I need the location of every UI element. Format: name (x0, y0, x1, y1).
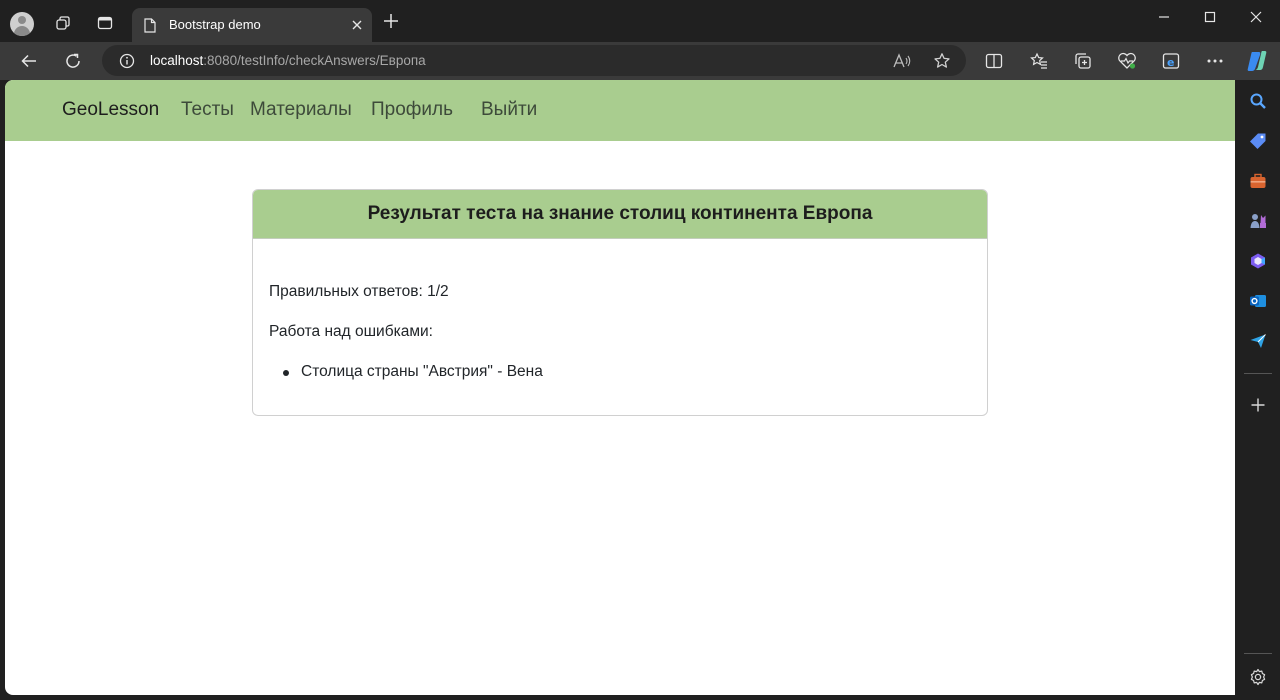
svg-text:e: e (1167, 56, 1174, 69)
back-icon[interactable] (14, 46, 44, 76)
tools-icon[interactable] (1246, 169, 1270, 193)
close-tab-icon[interactable] (350, 17, 364, 36)
ie-mode-icon[interactable]: e (1156, 46, 1186, 76)
drop-send-icon[interactable] (1246, 329, 1270, 353)
error-list-item: Столица страны "Австрия" - Вена (269, 363, 543, 381)
more-options-icon[interactable] (1200, 46, 1230, 76)
sidebar-divider (1244, 373, 1272, 374)
url-host: localhost (150, 53, 204, 68)
site-info-icon[interactable] (119, 53, 135, 73)
shopping-tag-icon[interactable] (1246, 129, 1270, 153)
collections-icon[interactable] (1068, 46, 1098, 76)
nav-link-tests[interactable]: Тесты (181, 99, 234, 121)
sidebar-divider-bottom (1244, 653, 1272, 654)
browser-title-bar: Bootstrap demo (0, 0, 1280, 42)
maximize-icon[interactable] (1187, 8, 1233, 26)
errors-heading: Работа над ошибками: (269, 323, 433, 340)
split-screen-icon[interactable] (979, 46, 1009, 76)
minimize-icon[interactable] (1141, 8, 1187, 26)
browser-toolbar: localhost:8080/testInfo/checkAnswers/Евр… (0, 42, 1280, 80)
url-path: :8080/testInfo/checkAnswers/Европа (203, 53, 426, 68)
add-sidebar-app-icon[interactable] (1246, 393, 1270, 417)
favorites-icon[interactable] (1024, 46, 1054, 76)
vertical-tabs-icon[interactable] (90, 8, 120, 38)
page-viewport: GeoLesson Тесты Материалы Профиль Выйти … (5, 80, 1235, 695)
address-bar[interactable]: localhost:8080/testInfo/checkAnswers/Евр… (102, 45, 966, 76)
settings-gear-icon[interactable] (1246, 665, 1270, 689)
workspaces-icon[interactable] (48, 8, 78, 38)
nav-link-materials[interactable]: Материалы (250, 99, 352, 121)
copilot-icon[interactable] (1242, 46, 1272, 76)
result-card-header: Результат теста на знание столиц контине… (253, 190, 987, 239)
errors-list: Столица страны "Австрия" - Вена (269, 363, 543, 381)
edge-sidebar (1236, 80, 1280, 700)
site-navbar: GeoLesson Тесты Материалы Профиль Выйти (5, 80, 1235, 141)
correct-answers-text: Правильных ответов: 1/2 (269, 283, 449, 300)
page-icon (144, 18, 156, 37)
browser-essentials-icon[interactable] (1112, 46, 1142, 76)
brand-link[interactable]: GeoLesson (62, 99, 159, 121)
close-window-icon[interactable] (1233, 8, 1279, 26)
favorite-star-icon[interactable] (931, 50, 953, 72)
read-aloud-icon[interactable] (891, 50, 913, 72)
result-title: Результат теста на знание столиц контине… (367, 203, 873, 224)
profile-avatar-icon[interactable] (10, 12, 34, 36)
nav-link-logout[interactable]: Выйти (481, 99, 537, 121)
games-icon[interactable] (1246, 209, 1270, 233)
outlook-icon[interactable] (1246, 289, 1270, 313)
refresh-icon[interactable] (58, 46, 88, 76)
search-icon[interactable] (1246, 89, 1270, 113)
result-card: Результат теста на знание столиц контине… (252, 189, 988, 416)
nav-link-profile[interactable]: Профиль (371, 99, 453, 121)
tab-title: Bootstrap demo (169, 17, 261, 32)
url-text[interactable]: localhost:8080/testInfo/checkAnswers/Евр… (150, 53, 426, 68)
copilot-sidebar-icon[interactable] (1246, 249, 1270, 273)
new-tab-icon[interactable] (382, 12, 400, 34)
active-tab[interactable]: Bootstrap demo (132, 8, 372, 42)
